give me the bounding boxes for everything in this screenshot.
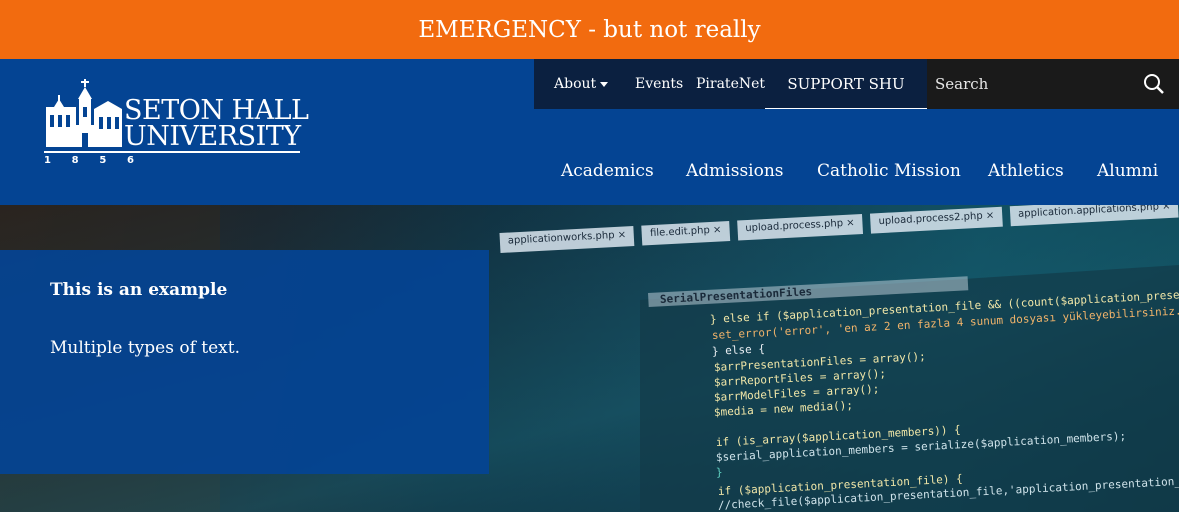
site-header: SETON HALL UNIVERSITY 1 8 5 6 About Even… (0, 59, 1179, 205)
logo-rule (44, 151, 300, 153)
nav-admissions[interactable]: Admissions (686, 161, 784, 181)
university-logo[interactable]: SETON HALL UNIVERSITY 1 8 5 6 (44, 77, 314, 167)
main-nav: Academics Admissions Catholic Mission At… (0, 161, 1179, 183)
hero-banner: applicationworks.php × file.edit.php × u… (0, 205, 1179, 512)
search-input[interactable] (935, 75, 1125, 93)
search-icon[interactable] (1143, 73, 1165, 95)
logo-line-2: UNIVERSITY (124, 121, 301, 152)
hero-title: This is an example (50, 280, 228, 300)
support-label: SUPPORT SHU (787, 74, 905, 93)
nav-alumni[interactable]: Alumni (1097, 161, 1158, 181)
hero-text: Multiple types of text. (50, 338, 240, 358)
nav-academics[interactable]: Academics (561, 161, 654, 181)
nav-athletics[interactable]: Athletics (988, 161, 1064, 181)
support-shu-button[interactable]: SUPPORT SHU (765, 59, 927, 109)
about-label: About (554, 76, 597, 92)
code-line: } (715, 465, 723, 479)
hero-text-panel: This is an example Multiple types of tex… (0, 250, 489, 474)
search-bar (927, 59, 1179, 109)
utility-nav: About Events PirateNet SUPPORT SHU (534, 59, 1179, 109)
emergency-alert-banner: EMERGENCY - but not really (0, 0, 1179, 59)
about-dropdown[interactable]: About (554, 76, 609, 92)
nav-catholic-mission[interactable]: Catholic Mission (817, 161, 961, 181)
events-link[interactable]: Events (635, 76, 683, 92)
code-line: } else { (711, 342, 766, 358)
alert-text: EMERGENCY - but not really (418, 16, 761, 43)
caret-down-icon (600, 81, 609, 87)
piratenet-link[interactable]: PirateNet (696, 76, 765, 92)
chapel-icon (46, 79, 122, 147)
